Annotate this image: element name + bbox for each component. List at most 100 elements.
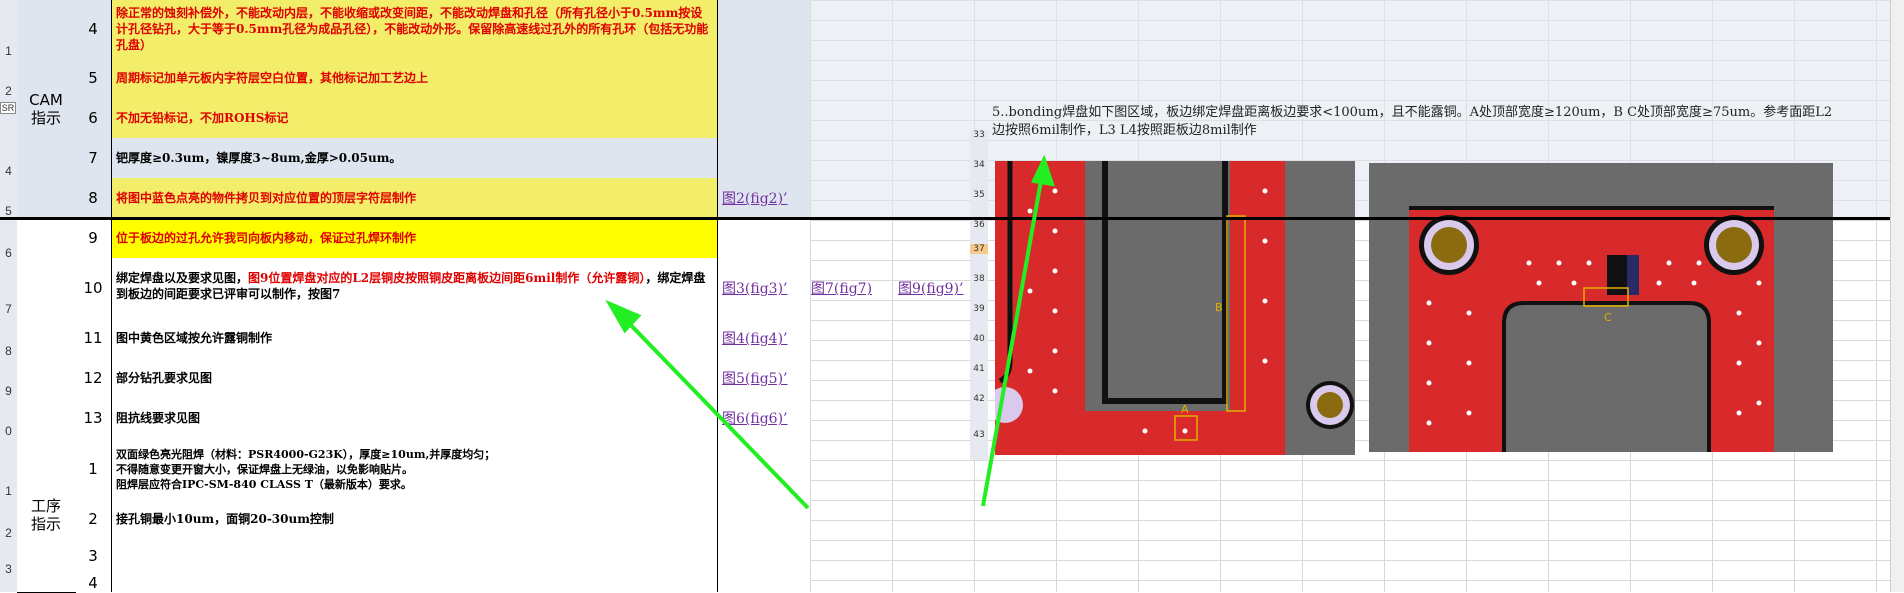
row-text[interactable]: 部分钻孔要求见图 bbox=[112, 358, 718, 398]
row-text[interactable]: 接孔铜最小10um，面铜20-30um控制 bbox=[112, 500, 718, 538]
row-index: 10 bbox=[75, 258, 112, 318]
row-text[interactable] bbox=[112, 538, 718, 574]
section-cam-cont bbox=[17, 218, 76, 438]
table-row[interactable]: 3 bbox=[75, 538, 810, 575]
row-index: 11 bbox=[75, 318, 112, 358]
row-number: 40 bbox=[973, 334, 985, 344]
table-row[interactable]: 8 将图中蓝色点亮的物件拷贝到对应位置的顶层字符层制作 图2(fig2)’ bbox=[75, 178, 810, 219]
row-text[interactable] bbox=[112, 574, 718, 592]
row-text-part: 绑定焊盘以及要求见图， bbox=[116, 271, 249, 285]
row-index: 2 bbox=[75, 500, 112, 538]
row-text-highlight: 图9位置焊盘对应的L2层铜皮按照铜皮距离板边间距6mil制作（允许露铜） bbox=[248, 271, 646, 285]
row-number[interactable]: 9 bbox=[0, 384, 17, 398]
row-number[interactable]: 3 bbox=[0, 562, 17, 576]
row-number: 39 bbox=[973, 304, 985, 314]
row-index: 4 bbox=[75, 0, 112, 58]
table-row[interactable]: 13 阻抗线要求见图 图6(fig6)’ bbox=[75, 398, 810, 439]
row-text[interactable]: 除正常的蚀刻补偿外，不能改动内层，不能收缩或改变间距，不能改动焊盘和孔径（所有孔… bbox=[112, 0, 718, 58]
figure-link-fig3[interactable]: 图3(fig3)’ bbox=[719, 258, 788, 318]
table-row[interactable]: 1 双面绿色亮光阻焊（材料：PSR4000-G23K），厚度≥10um,并厚度均… bbox=[75, 438, 810, 501]
row-text[interactable]: 双面绿色亮光阻焊（材料：PSR4000-G23K），厚度≥10um,并厚度均匀；… bbox=[112, 438, 718, 500]
pcb-figure-bonding-c[interactable]: C bbox=[1369, 163, 1833, 452]
row-text[interactable]: 将图中蓝色点亮的物件拷贝到对应位置的顶层字符层制作 bbox=[112, 178, 718, 218]
row-number: 42 bbox=[973, 394, 985, 404]
figure-link[interactable] bbox=[719, 0, 722, 58]
table-row[interactable]: 9 位于板边的过孔允许我司向板内移动，保证过孔焊环制作 bbox=[75, 218, 810, 259]
row-index: 7 bbox=[75, 138, 112, 178]
row-index: 3 bbox=[75, 538, 112, 574]
bonding-note: 5..bonding焊盘如下图区域，板边绑定焊盘距离板边要求<100um，且不能… bbox=[992, 104, 1892, 140]
table-row[interactable]: 7 钯厚度≥0.3um，镍厚度3~8um,金厚>0.05um。 bbox=[75, 138, 810, 179]
row-index: 6 bbox=[75, 98, 112, 138]
sr-indicator: SR bbox=[0, 102, 16, 114]
row-header-strip: 1 2 SR 4 5 6 7 8 9 0 1 2 3 bbox=[0, 0, 18, 592]
row-text[interactable]: 钯厚度≥0.3um，镍厚度3~8um,金厚>0.05um。 bbox=[112, 138, 718, 178]
row-number: 36 bbox=[973, 220, 985, 230]
row-number: 33 bbox=[973, 130, 985, 140]
row-number[interactable]: 7 bbox=[0, 302, 17, 316]
figure-link[interactable] bbox=[719, 500, 722, 538]
row-number[interactable]: 4 bbox=[0, 164, 17, 178]
pcb-drawing: C bbox=[1369, 163, 1833, 452]
vertical-scrollbar[interactable] bbox=[1890, 0, 1904, 592]
row-index: 4 bbox=[75, 574, 112, 592]
table-row[interactable]: 2 接孔铜最小10um，面铜20-30um控制 bbox=[75, 500, 810, 539]
row-index: 13 bbox=[75, 398, 112, 438]
table-row[interactable]: 4 bbox=[75, 574, 810, 592]
row-index: 5 bbox=[75, 58, 112, 98]
figure-link-fig9[interactable]: 图9(fig9)’ bbox=[895, 258, 964, 318]
row-index: 1 bbox=[75, 438, 112, 500]
section-process: 工序 指示 bbox=[17, 438, 76, 593]
table-row[interactable]: 12 部分钻孔要求见图 图5(fig5)’ bbox=[75, 358, 810, 399]
row-number[interactable]: 5 bbox=[0, 204, 17, 218]
row-index: 9 bbox=[75, 218, 112, 258]
note-line: 边按照6mil制作，L3 L4按照距板边8mil制作 bbox=[992, 123, 1257, 138]
row-text[interactable]: 绑定焊盘以及要求见图，图9位置焊盘对应的L2层铜皮按照铜皮距离板边间距6mil制… bbox=[112, 258, 718, 318]
pcb-figure-bonding-ab[interactable]: A B bbox=[995, 161, 1355, 455]
row-number[interactable]: 6 bbox=[0, 246, 17, 260]
row-number: 41 bbox=[973, 364, 985, 374]
figure-link-fig7[interactable]: 图7(fig7) bbox=[808, 258, 872, 318]
row-text[interactable]: 阻抗线要求见图 bbox=[112, 398, 718, 438]
figure-link[interactable] bbox=[719, 58, 722, 98]
pcb-label-b: B bbox=[1215, 301, 1223, 314]
row-number[interactable]: 0 bbox=[0, 424, 17, 438]
figure-link[interactable]: 图6(fig6)’ bbox=[719, 398, 788, 438]
table-row[interactable]: 11 图中黄色区域按允许露铜制作 图4(fig4)’ bbox=[75, 318, 810, 359]
row-text[interactable]: 周期标记加单元板内字符层空白位置，其他标记加工艺边上 bbox=[112, 58, 718, 98]
row-number[interactable]: 8 bbox=[0, 344, 17, 358]
figure-link[interactable] bbox=[719, 218, 722, 258]
figure-link[interactable]: 图4(fig4)’ bbox=[719, 318, 788, 358]
row-number[interactable]: 2 bbox=[0, 84, 17, 98]
row-text[interactable]: 位于板边的过孔允许我司向板内移动，保证过孔焊环制作 bbox=[112, 218, 718, 258]
figure-link[interactable] bbox=[719, 98, 722, 138]
row-index: 8 bbox=[75, 178, 112, 218]
row-number: 34 bbox=[973, 160, 985, 170]
figure-link[interactable] bbox=[719, 538, 722, 574]
figure-link[interactable]: 图5(fig5)’ bbox=[719, 358, 788, 398]
row-number: 37 bbox=[970, 244, 988, 254]
pcb-label-a: A bbox=[1181, 403, 1189, 416]
instruction-table: CAM 指示 工序 指示 4 除正常的蚀刻补偿外，不能改动内层，不能收缩或改变间… bbox=[17, 0, 964, 593]
row-number: 35 bbox=[973, 190, 985, 200]
row-number[interactable]: 1 bbox=[0, 484, 17, 498]
row-number[interactable]: 1 bbox=[0, 44, 17, 58]
embedded-row-headers: 33 34 35 36 37 38 39 40 41 42 43 bbox=[970, 130, 988, 460]
figure-link[interactable]: 图2(fig2)’ bbox=[719, 178, 788, 218]
row-text[interactable]: 不加无铅标记，不加ROHS标记 bbox=[112, 98, 718, 138]
figure-link[interactable] bbox=[719, 438, 722, 500]
table-row[interactable]: 5 周期标记加单元板内字符层空白位置，其他标记加工艺边上 bbox=[75, 58, 810, 99]
row-number[interactable]: 2 bbox=[0, 526, 17, 540]
row-index: 12 bbox=[75, 358, 112, 398]
table-row[interactable]: 10 绑定焊盘以及要求见图，图9位置焊盘对应的L2层铜皮按照铜皮距离板边间距6m… bbox=[75, 258, 964, 319]
note-line: 5..bonding焊盘如下图区域，板边绑定焊盘距离板边要求<100um，且不能… bbox=[992, 105, 1833, 120]
row-text[interactable]: 图中黄色区域按允许露铜制作 bbox=[112, 318, 718, 358]
freeze-pane-divider[interactable] bbox=[0, 217, 1904, 220]
table-row[interactable]: 4 除正常的蚀刻补偿外，不能改动内层，不能收缩或改变间距，不能改动焊盘和孔径（所… bbox=[75, 0, 810, 59]
pcb-label-c: C bbox=[1604, 311, 1612, 324]
pcb-drawing: A B bbox=[995, 161, 1355, 455]
figure-link[interactable] bbox=[719, 138, 722, 178]
row-number: 38 bbox=[973, 274, 985, 284]
row-number: 43 bbox=[973, 430, 985, 440]
table-row[interactable]: 6 不加无铅标记，不加ROHS标记 bbox=[75, 98, 810, 139]
